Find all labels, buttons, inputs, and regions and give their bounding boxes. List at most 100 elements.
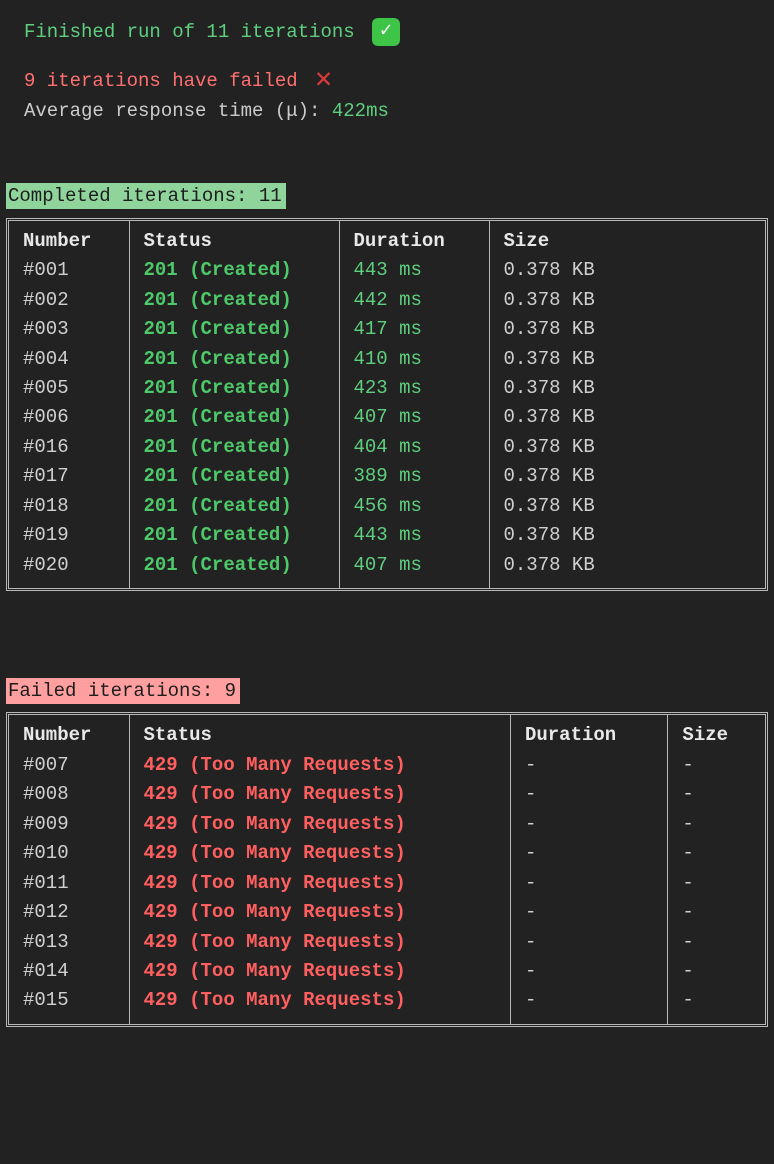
cell-size: - — [668, 869, 765, 898]
cell-size: 0.378 KB — [489, 492, 765, 521]
cell-size: 0.378 KB — [489, 403, 765, 432]
cell-duration: - — [510, 869, 667, 898]
table-row: #014429 (Too Many Requests)-- — [9, 957, 765, 986]
cell-status: 201 (Created) — [129, 492, 339, 521]
col-status: Status — [129, 221, 339, 256]
cell-number: #008 — [9, 780, 129, 809]
cell-status: 429 (Too Many Requests) — [129, 957, 510, 986]
completed-section: Completed iterations: 11 Number Status D… — [0, 182, 774, 591]
cell-size: 0.378 KB — [489, 551, 765, 588]
cell-size: - — [668, 986, 765, 1023]
failed-heading: Failed iterations: 9 — [6, 678, 240, 704]
table-row: #019201 (Created)443 ms0.378 KB — [9, 521, 765, 550]
table-row: #006201 (Created)407 ms0.378 KB — [9, 403, 765, 432]
cell-size: - — [668, 810, 765, 839]
cell-duration: 407 ms — [339, 551, 489, 588]
col-status: Status — [129, 715, 510, 750]
cell-size: 0.378 KB — [489, 521, 765, 550]
cell-status: 429 (Too Many Requests) — [129, 751, 510, 780]
cell-status: 429 (Too Many Requests) — [129, 810, 510, 839]
table-row: #013429 (Too Many Requests)-- — [9, 928, 765, 957]
cell-size: - — [668, 751, 765, 780]
cell-duration: 404 ms — [339, 433, 489, 462]
cell-status: 429 (Too Many Requests) — [129, 869, 510, 898]
cell-status: 201 (Created) — [129, 521, 339, 550]
cell-size: 0.378 KB — [489, 374, 765, 403]
cell-duration: - — [510, 957, 667, 986]
cell-status: 201 (Created) — [129, 286, 339, 315]
cell-status: 201 (Created) — [129, 256, 339, 285]
cell-status: 429 (Too Many Requests) — [129, 780, 510, 809]
cell-number: #014 — [9, 957, 129, 986]
cell-number: #010 — [9, 839, 129, 868]
cell-duration: 442 ms — [339, 286, 489, 315]
cell-status: 429 (Too Many Requests) — [129, 928, 510, 957]
table-row: #017201 (Created)389 ms0.378 KB — [9, 462, 765, 491]
finished-text: Finished run of 11 iterations — [24, 21, 355, 43]
cell-status: 201 (Created) — [129, 345, 339, 374]
cell-number: #017 — [9, 462, 129, 491]
cell-size: 0.378 KB — [489, 256, 765, 285]
cell-number: #003 — [9, 315, 129, 344]
avg-label: Average response time (μ): — [24, 100, 332, 122]
cell-number: #011 — [9, 869, 129, 898]
cell-number: #015 — [9, 986, 129, 1023]
table-row: #009429 (Too Many Requests)-- — [9, 810, 765, 839]
cell-duration: 443 ms — [339, 521, 489, 550]
cell-number: #005 — [9, 374, 129, 403]
cell-number: #007 — [9, 751, 129, 780]
avg-response-line: Average response time (μ): 422ms — [24, 97, 750, 126]
col-size: Size — [489, 221, 765, 256]
cell-duration: - — [510, 780, 667, 809]
cell-size: 0.378 KB — [489, 433, 765, 462]
cell-status: 429 (Too Many Requests) — [129, 839, 510, 868]
cell-size: - — [668, 898, 765, 927]
table-row: #016201 (Created)404 ms0.378 KB — [9, 433, 765, 462]
cell-size: - — [668, 957, 765, 986]
avg-value: 422ms — [332, 100, 389, 122]
col-number: Number — [9, 715, 129, 750]
table-row: #007429 (Too Many Requests)-- — [9, 751, 765, 780]
cell-number: #001 — [9, 256, 129, 285]
check-icon: ✓ — [372, 18, 400, 46]
col-duration: Duration — [510, 715, 667, 750]
cell-size: 0.378 KB — [489, 315, 765, 344]
cell-number: #020 — [9, 551, 129, 588]
cell-size: 0.378 KB — [489, 462, 765, 491]
table-row: #005201 (Created)423 ms0.378 KB — [9, 374, 765, 403]
cell-duration: 407 ms — [339, 403, 489, 432]
completed-heading: Completed iterations: 11 — [6, 183, 286, 209]
cross-icon: ✕ — [315, 67, 332, 95]
completed-table-wrap: Number Status Duration Size #001201 (Cre… — [6, 218, 768, 591]
cell-number: #004 — [9, 345, 129, 374]
cell-duration: 423 ms — [339, 374, 489, 403]
table-row: #020201 (Created)407 ms0.378 KB — [9, 551, 765, 588]
cell-duration: 417 ms — [339, 315, 489, 344]
failed-table-wrap: Number Status Duration Size #007429 (Too… — [6, 712, 768, 1026]
cell-number: #016 — [9, 433, 129, 462]
cell-duration: - — [510, 898, 667, 927]
cell-size: - — [668, 839, 765, 868]
cell-status: 201 (Created) — [129, 374, 339, 403]
table-row: #003201 (Created)417 ms0.378 KB — [9, 315, 765, 344]
cell-duration: - — [510, 986, 667, 1023]
cell-number: #009 — [9, 810, 129, 839]
cell-status: 429 (Too Many Requests) — [129, 898, 510, 927]
cell-duration: - — [510, 751, 667, 780]
failed-table: Number Status Duration Size #007429 (Too… — [9, 715, 765, 1023]
table-row: #015429 (Too Many Requests)-- — [9, 986, 765, 1023]
table-row: #008429 (Too Many Requests)-- — [9, 780, 765, 809]
cell-number: #006 — [9, 403, 129, 432]
cell-size: - — [668, 780, 765, 809]
cell-status: 201 (Created) — [129, 462, 339, 491]
cell-size: 0.378 KB — [489, 286, 765, 315]
cell-status: 201 (Created) — [129, 403, 339, 432]
cell-size: - — [668, 928, 765, 957]
cell-number: #012 — [9, 898, 129, 927]
col-number: Number — [9, 221, 129, 256]
table-row: #004201 (Created)410 ms0.378 KB — [9, 345, 765, 374]
cell-duration: - — [510, 928, 667, 957]
cell-number: #013 — [9, 928, 129, 957]
cell-duration: 456 ms — [339, 492, 489, 521]
col-size: Size — [668, 715, 765, 750]
